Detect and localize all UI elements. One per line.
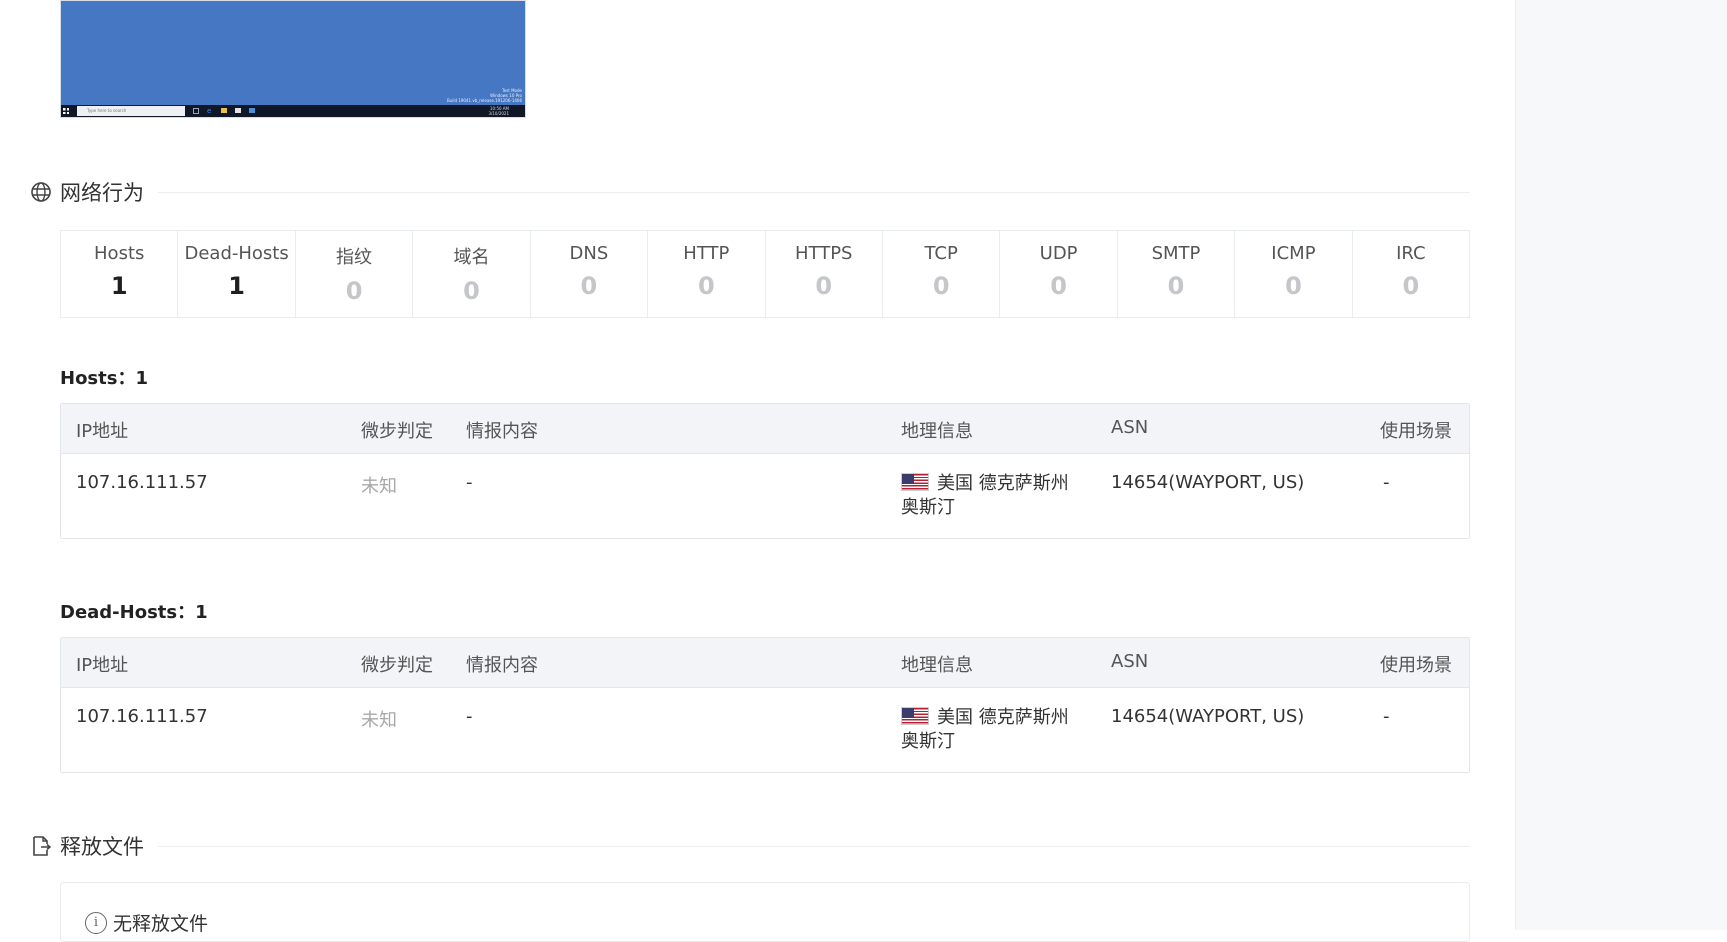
stat-label: Dead-Hosts [184, 243, 289, 264]
hosts-title: Hosts：1 [60, 368, 148, 389]
file-export-icon [30, 835, 52, 857]
col-geo: 地理信息 [901, 421, 973, 442]
table-row: 107.16.111.57 未知 - 美国 德克萨斯州 奥斯汀 14654(WA… [61, 688, 1469, 772]
store-icon [235, 108, 241, 113]
stat-value: 1 [228, 272, 245, 300]
stat-irc: IRC 0 [1353, 231, 1469, 317]
screenshot-thumbnail[interactable]: Test Mode Windows 10 Pro Build 19041.vb_… [60, 0, 526, 118]
task-view-icon [193, 108, 199, 114]
hosts-table: IP地址 微步判定 情报内容 地理信息 ASN 使用场景 107.16.111.… [60, 403, 1470, 539]
stat-label: IRC [1396, 243, 1426, 264]
asn-value: 14654(WAYPORT, US) [1111, 706, 1305, 727]
stat-label: SMTP [1151, 243, 1201, 264]
col-asn: ASN [1111, 417, 1149, 438]
col-ip: IP地址 [76, 655, 129, 676]
geo-value: 美国 德克萨斯州 奥斯汀 [901, 472, 1091, 520]
stat-https: HTTPS 0 [766, 231, 883, 317]
stat-value: 1 [110, 272, 128, 300]
empty-state: i 无释放文件 [85, 909, 208, 936]
released-files-section-header: 释放文件 [30, 831, 1470, 861]
intel-value: - [466, 706, 473, 727]
dead-hosts-title: Dead-Hosts：1 [60, 602, 208, 623]
ip-link[interactable]: 107.16.111.57 [76, 472, 208, 493]
folder-icon [221, 108, 227, 113]
stat-fingerprint: 指纹 0 [296, 231, 414, 317]
stat-dead-hosts[interactable]: Dead-Hosts 1 [178, 231, 296, 317]
stat-domain: 域名 0 [413, 231, 531, 317]
stat-value: 0 [463, 277, 480, 305]
stat-udp: UDP 0 [1000, 231, 1118, 317]
verdict-value: 未知 [361, 710, 397, 731]
stat-tcp: TCP 0 [883, 231, 1001, 317]
windows-start-icon [61, 105, 71, 117]
empty-text: 无释放文件 [113, 913, 209, 935]
stat-value: 0 [1402, 272, 1420, 300]
stat-icmp: ICMP 0 [1235, 231, 1353, 317]
ip-link[interactable]: 107.16.111.57 [76, 706, 208, 727]
col-usage: 使用场景 [1380, 421, 1452, 442]
stat-label: UDP [1039, 243, 1078, 264]
stat-label: 域名 [453, 247, 490, 268]
stat-smtp: SMTP 0 [1118, 231, 1236, 317]
stat-value: 0 [1285, 272, 1302, 300]
stat-label: 指纹 [336, 247, 373, 268]
divider [158, 191, 1470, 193]
col-verdict: 微步判定 [361, 421, 433, 442]
us-flag-icon [901, 473, 929, 491]
col-asn: ASN [1111, 651, 1149, 672]
dead-hosts-table: IP地址 微步判定 情报内容 地理信息 ASN 使用场景 107.16.111.… [60, 637, 1470, 773]
stat-value: 0 [697, 272, 715, 300]
taskbar-clock: 10:50 AM 3/10/2021 [488, 106, 509, 116]
stat-value: 0 [815, 272, 833, 300]
info-icon: i [85, 911, 107, 934]
col-ip: IP地址 [76, 421, 129, 442]
stat-label: DNS [569, 243, 609, 264]
usage-value: - [1383, 706, 1390, 727]
stat-hosts[interactable]: Hosts 1 [61, 231, 179, 317]
taskbar-search: Type here to search [77, 106, 185, 116]
released-files-box: i 无释放文件 [60, 882, 1470, 942]
divider [158, 845, 1470, 847]
usage-value: - [1383, 472, 1390, 493]
stat-value: 0 [580, 272, 598, 300]
col-usage: 使用场景 [1380, 655, 1452, 676]
asn-value: 14654(WAYPORT, US) [1111, 472, 1305, 493]
stat-dns: DNS 0 [531, 231, 649, 317]
network-section-header: 网络行为 [30, 177, 1470, 207]
table-header: IP地址 微步判定 情报内容 地理信息 ASN 使用场景 [61, 404, 1469, 454]
col-geo: 地理信息 [901, 655, 973, 676]
stat-http: HTTP 0 [648, 231, 766, 317]
network-stats: Hosts 1 Dead-Hosts 1 指纹 0 域名 0 DNS 0 HTT… [60, 230, 1470, 318]
stat-value: 0 [932, 272, 950, 300]
stat-value: 0 [1167, 272, 1185, 300]
table-header: IP地址 微步判定 情报内容 地理信息 ASN 使用场景 [61, 638, 1469, 688]
stat-value: 0 [1050, 272, 1067, 300]
mail-icon [249, 108, 255, 113]
stat-label: HTTP [683, 243, 730, 264]
table-row: 107.16.111.57 未知 - 美国 德克萨斯州 奥斯汀 14654(WA… [61, 454, 1469, 538]
stat-label: HTTPS [794, 243, 853, 264]
desktop-watermark: Test Mode Windows 10 Pro Build 19041.vb_… [447, 88, 522, 103]
stat-label: ICMP [1271, 243, 1316, 264]
right-gutter [1515, 0, 1727, 930]
taskbar: Type here to search e 10:50 AM 3/10/2021 [61, 105, 525, 117]
geo-value: 美国 德克萨斯州 奥斯汀 [901, 706, 1091, 754]
stat-value: 0 [345, 277, 363, 305]
verdict-value: 未知 [361, 476, 397, 497]
intel-value: - [466, 472, 473, 493]
col-verdict: 微步判定 [361, 655, 433, 676]
col-intel: 情报内容 [466, 421, 538, 442]
released-files-title: 释放文件 [60, 835, 144, 859]
stat-label: Hosts [94, 243, 145, 264]
us-flag-icon [901, 707, 929, 725]
network-section-title: 网络行为 [60, 181, 144, 205]
col-intel: 情报内容 [466, 655, 538, 676]
stat-label: TCP [924, 243, 958, 264]
edge-icon: e [207, 107, 212, 115]
globe-icon [30, 181, 52, 203]
